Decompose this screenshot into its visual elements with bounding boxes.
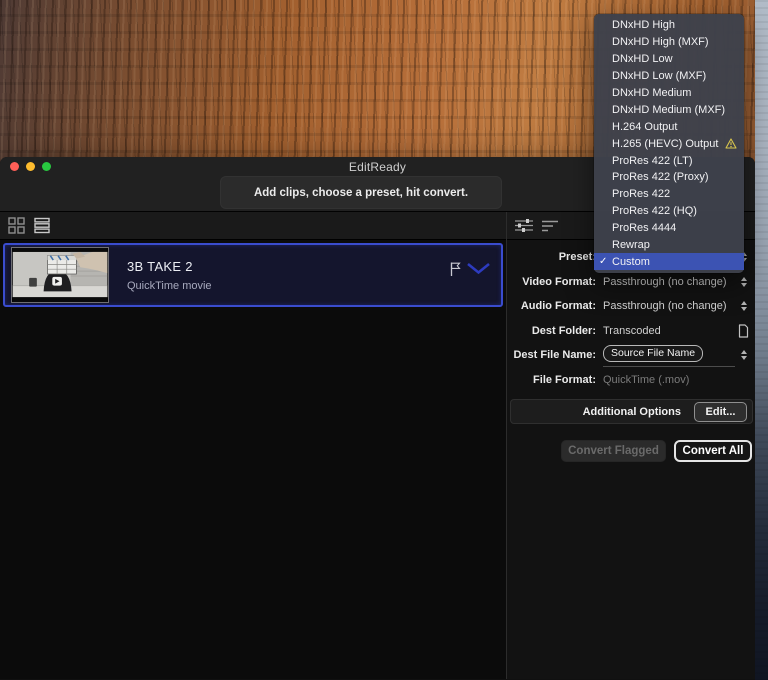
menu-item-prores-422[interactable]: ProRes 422 xyxy=(594,186,744,203)
file-format-value: QuickTime (.mov) xyxy=(603,374,755,386)
clip-panel: 3B TAKE 2 QuickTime movie xyxy=(0,212,507,679)
menu-item-dnxhd-low[interactable]: DNxHD Low xyxy=(594,51,744,68)
video-format-value[interactable]: Passthrough (no change) xyxy=(603,276,739,288)
flag-icon[interactable] xyxy=(448,261,463,282)
menu-item-dnxhd-medium-mxf[interactable]: DNxHD Medium (MXF) xyxy=(594,101,744,118)
menu-item-rewrap[interactable]: Rewrap xyxy=(594,237,744,254)
clip-title: 3B TAKE 2 xyxy=(127,259,212,274)
window-main: 3B TAKE 2 QuickTime movie xyxy=(0,212,755,679)
document-icon[interactable] xyxy=(737,324,749,338)
convert-all-button[interactable]: Convert All xyxy=(674,440,752,462)
convert-buttons-row: Convert Flagged Convert All xyxy=(507,440,755,462)
dest-file-name-field[interactable]: Source File Name xyxy=(603,343,735,367)
file-format-label: File Format: xyxy=(507,374,596,386)
file-format-row: File Format: QuickTime (.mov) xyxy=(507,368,755,393)
checkmark-icon: ✓ xyxy=(599,256,612,267)
menu-item-prores-422-lt[interactable]: ProRes 422 (LT) xyxy=(594,152,744,169)
hint-message-text: Add clips, choose a preset, hit convert. xyxy=(254,187,468,199)
audio-format-label: Audio Format: xyxy=(507,300,596,312)
list-view-icon[interactable] xyxy=(34,217,50,234)
audio-format-row: Audio Format: Passthrough (no change) xyxy=(507,294,755,319)
desktop-wallpaper-right-edge xyxy=(755,0,768,680)
audio-format-value[interactable]: Passthrough (no change) xyxy=(603,300,739,312)
grid-view-icon[interactable] xyxy=(8,217,25,234)
video-format-stepper-icon[interactable] xyxy=(739,276,749,288)
edit-button[interactable]: Edit... xyxy=(694,402,747,422)
settings-form: Preset: Video Format: Passthrough (no ch… xyxy=(507,240,755,462)
audio-format-stepper-icon[interactable] xyxy=(739,300,749,312)
clip-meta: 3B TAKE 2 QuickTime movie xyxy=(127,259,212,292)
source-file-name-token[interactable]: Source File Name xyxy=(603,345,703,362)
convert-flagged-button[interactable]: Convert Flagged xyxy=(561,440,666,462)
video-format-label: Video Format: xyxy=(507,276,596,288)
menu-item-prores-4444[interactable]: ProRes 4444 xyxy=(594,220,744,237)
settings-panel: Preset: Video Format: Passthrough (no ch… xyxy=(507,212,755,679)
clip-panel-toolbar xyxy=(0,212,506,240)
dest-file-name-stepper-icon[interactable] xyxy=(739,349,749,361)
menu-item-custom[interactable]: ✓Custom xyxy=(594,253,744,270)
hint-message-box: Add clips, choose a preset, hit convert. xyxy=(220,176,502,209)
additional-options-bar: Additional Options Edit... xyxy=(510,399,753,424)
preset-dropdown-menu: DNxHD High DNxHD High (MXF) DNxHD Low DN… xyxy=(594,14,744,273)
clip-row[interactable]: 3B TAKE 2 QuickTime movie xyxy=(3,243,503,307)
sort-lines-icon[interactable] xyxy=(542,219,559,233)
video-format-row: Video Format: Passthrough (no change) xyxy=(507,270,755,295)
dest-folder-value[interactable]: Transcoded xyxy=(603,325,737,337)
warning-icon xyxy=(725,138,737,149)
additional-options-label: Additional Options xyxy=(583,406,681,418)
preset-label: Preset: xyxy=(507,251,596,263)
dest-folder-row: Dest Folder: Transcoded xyxy=(507,319,755,344)
menu-item-dnxhd-medium[interactable]: DNxHD Medium xyxy=(594,85,744,102)
clip-list: 3B TAKE 2 QuickTime movie xyxy=(0,240,506,679)
menu-item-prores-422-proxy[interactable]: ProRes 422 (Proxy) xyxy=(594,169,744,186)
clip-thumbnail xyxy=(11,247,109,303)
desktop-screen: EditReady Add clips, choose a preset, hi… xyxy=(0,0,768,680)
menu-item-prores-422-hq[interactable]: ProRes 422 (HQ) xyxy=(594,203,744,220)
menu-item-h265-hevc-output[interactable]: H.265 (HEVC) Output xyxy=(594,135,744,152)
menu-item-dnxhd-high-mxf[interactable]: DNxHD High (MXF) xyxy=(594,34,744,51)
menu-item-dnxhd-high[interactable]: DNxHD High xyxy=(594,17,744,34)
dest-folder-label: Dest Folder: xyxy=(507,325,596,337)
chevron-down-icon[interactable] xyxy=(466,262,491,280)
dest-file-name-label: Dest File Name: xyxy=(507,349,596,361)
sliders-icon[interactable] xyxy=(515,218,533,233)
menu-item-h264-output[interactable]: H.264 Output xyxy=(594,118,744,135)
dest-file-name-row: Dest File Name: Source File Name xyxy=(507,343,755,368)
clip-subtitle: QuickTime movie xyxy=(127,280,212,292)
menu-item-dnxhd-low-mxf[interactable]: DNxHD Low (MXF) xyxy=(594,68,744,85)
